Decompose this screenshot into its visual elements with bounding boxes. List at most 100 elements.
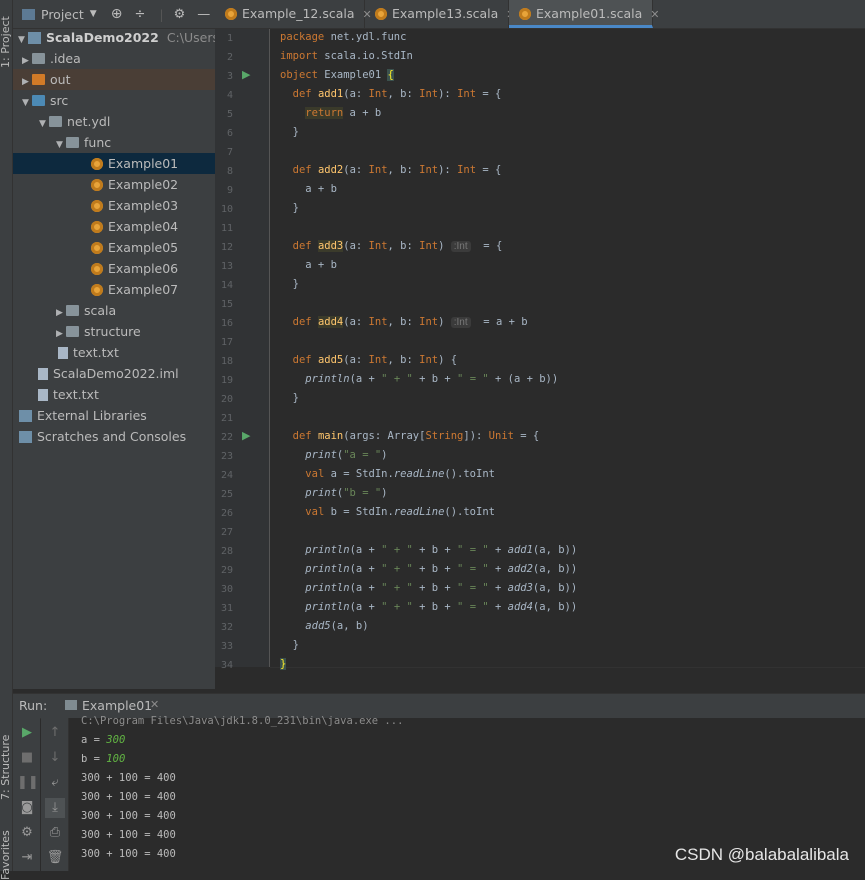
module-icon [28, 31, 41, 44]
watermark-text: CSDN @balabalalibala [674, 845, 849, 864]
settings-icon[interactable]: ⚙ [17, 823, 37, 843]
line-number: 32 [220, 622, 233, 633]
run-tab-example01[interactable]: Example01 [82, 698, 152, 713]
line-number: 9 [226, 185, 233, 196]
line-number: 19 [220, 375, 233, 386]
line-number: 6 [226, 128, 233, 139]
console-line: b = 100 [81, 753, 126, 765]
line-number: 24 [220, 470, 233, 481]
text-file-icon [38, 388, 48, 401]
tree-item-iml[interactable]: ScalaDemo2022.iml [13, 363, 215, 384]
line-number: 31 [220, 603, 233, 614]
up-icon[interactable]: ↑ [45, 723, 65, 743]
tree-item-out[interactable]: ▶ out [13, 69, 215, 90]
tree-item-example02[interactable]: Example02 [13, 174, 215, 195]
tab-example13[interactable]: Example13.scala✕ [365, 0, 516, 28]
collapse-all-icon[interactable]: ÷ [134, 7, 145, 22]
type-hint: :Int [450, 317, 471, 328]
package-icon [66, 137, 79, 148]
soft-wrap-icon[interactable]: ⤶ [45, 773, 65, 793]
folder-icon [32, 53, 45, 64]
structure-tool-button[interactable]: 7: Structure [0, 735, 12, 800]
tree-item-external-libraries[interactable]: External Libraries [13, 405, 215, 426]
scala-object-icon [519, 7, 531, 20]
console-line: 300 + 100 = 400 [81, 810, 176, 822]
tree-item-src[interactable]: ▼ src [13, 90, 215, 111]
line-number: 13 [220, 261, 233, 272]
tree-item-structure[interactable]: ▶ structure [13, 321, 215, 342]
package-icon [49, 116, 62, 127]
tree-item-example01[interactable]: Example01 [13, 153, 215, 174]
exit-icon[interactable]: ⇥ [17, 848, 37, 868]
line-number: 15 [220, 299, 233, 310]
run-gutter-icon[interactable]: ▶ [242, 429, 250, 442]
line-number: 5 [226, 109, 233, 120]
line-number: 2 [226, 52, 233, 63]
scroll-to-end-icon[interactable]: ⤓ [45, 798, 65, 818]
tree-item-root[interactable]: ▼ ScalaDemo2022 C:\Users\ydl\ [13, 27, 246, 48]
line-number: 12 [220, 242, 233, 253]
editor-tab-bar: Example_12.scala✕ Example13.scala✕ Examp… [215, 0, 865, 29]
project-view-selector[interactable]: Project [41, 7, 84, 22]
tree-item-func[interactable]: ▼ func [13, 132, 215, 153]
project-panel-header: Project ▼ ⊕ ÷ | ⚙ — [13, 0, 215, 29]
tree-item-example04[interactable]: Example04 [13, 216, 215, 237]
tree-item-scala[interactable]: ▶ scala [13, 300, 215, 321]
scala-object-icon [91, 178, 103, 191]
gear-icon[interactable]: ⚙ [174, 7, 186, 22]
console-line: 300 + 100 = 400 [81, 848, 176, 860]
rerun-icon[interactable]: ▶ [17, 723, 37, 743]
scala-object-icon [91, 283, 103, 296]
project-tool-button[interactable]: 1: Project [0, 16, 12, 68]
line-number: 18 [220, 356, 233, 367]
line-number: 10 [220, 204, 233, 215]
tree-item-text-txt-1[interactable]: text.txt [13, 342, 215, 363]
tree-item-example03[interactable]: Example03 [13, 195, 215, 216]
close-icon[interactable]: ✕ [650, 8, 659, 21]
tree-item-example05[interactable]: Example05 [13, 237, 215, 258]
editor-gutter: 1 2 3 4 5 6 7 8 9 10 11 12 13 14 15 16 17 18 19 20 21 22 23 24 2… [215, 29, 270, 671]
favorites-tool-button[interactable]: Favorites [0, 830, 12, 880]
console-line: 300 + 100 = 400 [81, 829, 176, 841]
tree-item-text-txt-2[interactable]: text.txt [13, 384, 215, 405]
minimize-icon[interactable]: — [197, 7, 210, 22]
line-number: 28 [220, 546, 233, 557]
tab-example12[interactable]: Example_12.scala ✕ [215, 0, 372, 28]
camera-icon[interactable]: ◙ [17, 798, 37, 818]
tab-example01[interactable]: Example01.scala ✕ [509, 0, 660, 28]
trash-icon[interactable]: 🗑 [45, 848, 65, 868]
line-number: 30 [220, 584, 233, 595]
line-number: 27 [220, 527, 233, 538]
console-line: 300 + 100 = 400 [81, 772, 176, 784]
folder-icon [32, 74, 45, 85]
scala-object-icon [91, 220, 103, 233]
print-icon[interactable]: ⎙ [45, 823, 65, 843]
line-number: 11 [220, 223, 233, 234]
chevron-down-icon[interactable]: ▼ [90, 9, 97, 19]
tree-item-example06[interactable]: Example06 [13, 258, 215, 279]
down-icon[interactable]: ↓ [45, 748, 65, 768]
code-editor[interactable]: package net.ydl.func import scala.io.Std… [270, 29, 865, 670]
tree-item-idea[interactable]: ▶ .idea [13, 48, 215, 69]
line-number: 8 [226, 166, 233, 177]
stop-icon[interactable]: ■ [17, 748, 37, 768]
tree-item-scratches[interactable]: Scratches and Consoles [13, 426, 215, 447]
scratches-icon [19, 430, 32, 443]
tree-item-example07[interactable]: Example07 [13, 279, 215, 300]
text-file-icon [58, 346, 68, 359]
scala-object-icon [375, 7, 387, 20]
line-number: 26 [220, 508, 233, 519]
scala-object-icon [91, 199, 103, 212]
pause-icon[interactable]: ❚❚ [17, 773, 39, 793]
line-number: 34 [220, 660, 233, 671]
line-number: 3 [226, 71, 233, 82]
run-toolbar-left: ▶ ■ ❚❚ ◙ ⚙ ⇥ [13, 718, 40, 871]
folder-icon [32, 95, 45, 106]
line-number: 20 [220, 394, 233, 405]
console-tab-icon [65, 700, 77, 710]
run-gutter-icon[interactable]: ▶ [242, 68, 250, 81]
locate-icon[interactable]: ⊕ [111, 6, 123, 22]
package-icon [66, 326, 79, 337]
close-icon[interactable]: ✕ [150, 698, 159, 711]
tree-item-net-ydl[interactable]: ▼ net.ydl [13, 111, 215, 132]
